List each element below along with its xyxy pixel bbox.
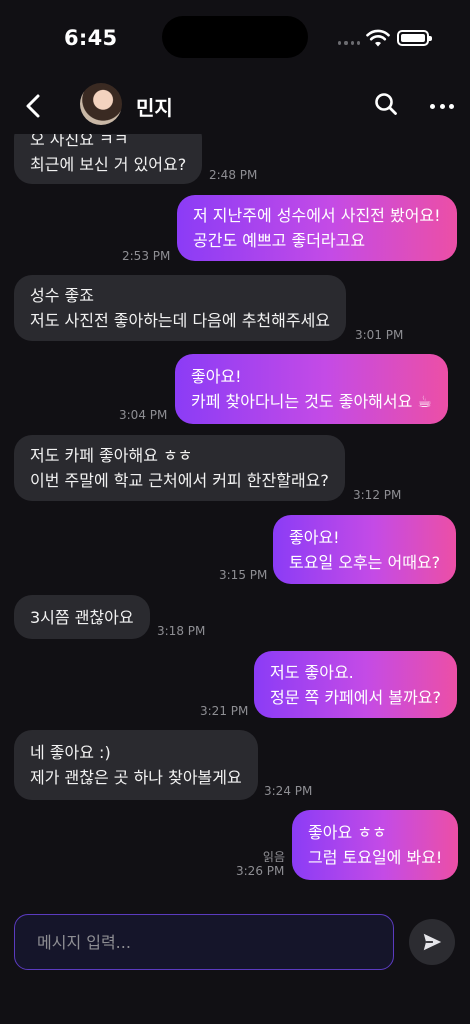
message-text: 좋아요!: [289, 527, 340, 547]
wifi-icon: [366, 29, 390, 47]
more-dots-icon[interactable]: [428, 92, 456, 120]
message-text: 네 좋아요 :): [30, 743, 111, 762]
message-timestamp: 2:53 PM: [122, 249, 171, 263]
message-bubble-outgoing[interactable]: 좋아요! 토요일 오후는 어때요?: [273, 515, 457, 584]
message-timestamp: 3:26 PM: [236, 864, 285, 878]
avatar[interactable]: [80, 83, 122, 125]
message-text: 3시쯤 괜찮아요: [30, 607, 134, 627]
message-bubble-incoming[interactable]: 3시쯤 괜찮아요: [14, 595, 150, 639]
message-text: 저도 좋아요.: [270, 662, 354, 682]
message-timestamp: 3:12 PM: [353, 488, 402, 502]
message-text: 저도 카페 좋아해요 ㅎㅎ: [30, 446, 193, 465]
message-text: 좋아요!: [191, 367, 242, 386]
message-timestamp: 3:15 PM: [219, 568, 268, 582]
message-text: 제가 괜찮은 곳 하나 찾아볼게요: [30, 768, 242, 787]
send-icon: [423, 933, 442, 951]
message-text: 카페 찾아다니는 것도 좋아해서요 ☕: [191, 392, 432, 411]
message-composer: [0, 912, 470, 972]
message-timestamp: 3:01 PM: [355, 328, 404, 342]
read-receipt: 읽음: [262, 850, 285, 864]
message-bubble-incoming[interactable]: 저도 카페 좋아해요 ㅎㅎ 이번 주말에 학교 근처에서 커피 한잔할래요?: [14, 435, 345, 501]
message-text: 최근에 보신 거 있어요?: [30, 155, 187, 174]
message-bubble-outgoing[interactable]: 저도 좋아요. 정문 쪽 카페에서 볼까요?: [254, 651, 457, 718]
message-bubble-incoming[interactable]: 오 사진요 ㅋㅋ 최근에 보신 거 있어요?: [14, 134, 203, 184]
contact-name[interactable]: 민지: [136, 92, 173, 121]
message-input[interactable]: [37, 932, 371, 952]
status-time: 6:45: [64, 26, 118, 50]
message-timestamp: 3:24 PM: [264, 784, 313, 798]
message-text: 저 지난주에 성수에서 사진전 봤어요!: [193, 206, 441, 225]
message-text: 저도 사진전 좋아하는데 다음에 추천해주세요: [30, 311, 331, 330]
message-text: 정문 쪽 카페에서 볼까요?: [270, 687, 441, 707]
message-input-box[interactable]: [14, 914, 394, 970]
message-bubble-incoming[interactable]: 성수 좋죠 저도 사진전 좋아하는데 다음에 추천해주세요: [14, 275, 347, 341]
message-timestamp: 3:04 PM: [119, 408, 168, 422]
chat-header: 민지: [0, 78, 470, 134]
search-icon[interactable]: [372, 90, 400, 118]
battery-icon: [397, 30, 432, 46]
status-bar: 6:45: [0, 0, 470, 78]
message-list[interactable]: 오 사진요 ㅋㅋ 최근에 보신 거 있어요? 2:48 PM 저 지난주에 성수…: [0, 134, 470, 904]
message-text: 그럼 토요일에 봐요!: [308, 848, 443, 867]
message-timestamp: 2:48 PM: [209, 168, 258, 182]
message-timestamp: 3:18 PM: [157, 624, 206, 638]
send-button[interactable]: [409, 919, 455, 965]
message-text: 토요일 오후는 어때요?: [289, 552, 441, 572]
back-button[interactable]: [18, 90, 50, 122]
message-bubble-outgoing[interactable]: 저 지난주에 성수에서 사진전 봤어요! 공간도 예쁘고 좋더라고요: [177, 195, 457, 261]
message-text: 좋아요 ㅎㅎ: [308, 823, 387, 842]
message-text: 공간도 예쁘고 좋더라고요: [193, 231, 366, 250]
message-timestamp: 3:21 PM: [200, 704, 249, 718]
message-bubble-outgoing[interactable]: 좋아요! 카페 찾아다니는 것도 좋아해서요 ☕: [175, 354, 448, 424]
message-bubble-outgoing[interactable]: 좋아요 ㅎㅎ 그럼 토요일에 봐요!: [292, 810, 459, 880]
signal-icon: [338, 40, 360, 46]
dynamic-island: [162, 16, 308, 58]
message-text: 이번 주말에 학교 근처에서 커피 한잔할래요?: [30, 471, 329, 490]
message-text: 성수 좋죠: [30, 286, 94, 305]
message-text: 오 사진요 ㅋㅋ: [30, 134, 129, 149]
message-bubble-incoming[interactable]: 네 좋아요 :) 제가 괜찮은 곳 하나 찾아볼게요: [14, 730, 258, 800]
